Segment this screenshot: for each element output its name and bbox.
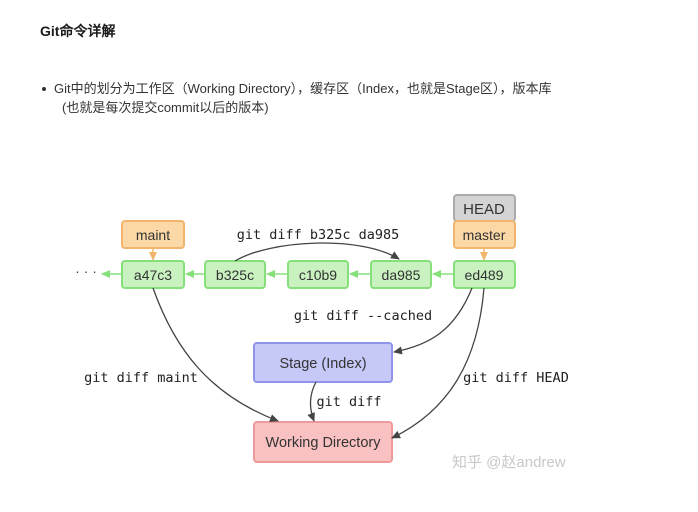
working-label: Working Directory: [266, 435, 382, 451]
ref-label: maint: [136, 227, 170, 243]
diff-cached-label: git diff --cached: [294, 308, 432, 324]
diff-commits-arc: [234, 242, 400, 262]
commit-label: a47c3: [134, 267, 172, 283]
diff-label: git diff: [316, 394, 381, 410]
working-directory-box: Working Directory: [253, 421, 393, 463]
diff-maint-label: git diff maint: [84, 370, 198, 386]
stage-label: Stage (Index): [279, 356, 366, 372]
commit-label: b325c: [216, 267, 254, 283]
ref-maint: maint: [121, 220, 185, 249]
commit-c10b9: c10b9: [287, 260, 349, 289]
diff-arrow: [307, 381, 317, 422]
watermark: 知乎 @赵andrew: [452, 454, 566, 471]
diff-head-label: git diff HEAD: [463, 370, 569, 386]
git-diff-diagram: · · · a47c3 b325c c10b9 da985 ed489 main…: [75, 194, 569, 471]
ref-label: HEAD: [463, 201, 505, 218]
commit-label: ed489: [465, 267, 504, 283]
stage-index-box: Stage (Index): [253, 342, 393, 383]
history-ellipsis: · · ·: [75, 263, 97, 279]
ref-head: HEAD: [453, 194, 516, 222]
commit-a47c3: a47c3: [121, 260, 185, 289]
ref-master: master: [453, 220, 516, 249]
commit-ed489: ed489: [453, 260, 516, 289]
commit-label: da985: [382, 267, 421, 283]
commit-label: c10b9: [299, 267, 337, 283]
diff-commits-label: git diff b325c da985: [237, 227, 400, 243]
ref-label: master: [463, 227, 506, 243]
commit-da985: da985: [370, 260, 432, 289]
commit-b325c: b325c: [204, 260, 266, 289]
